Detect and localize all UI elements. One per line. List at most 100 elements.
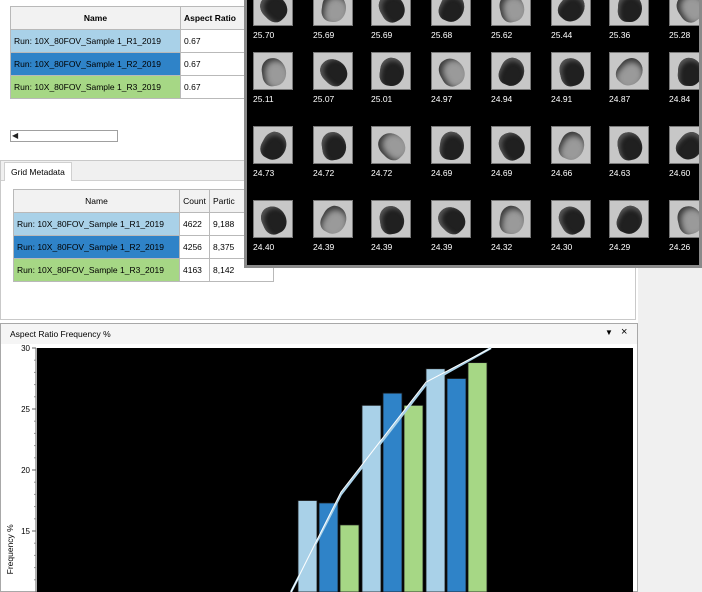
- particle-thumbnail[interactable]: [431, 0, 471, 26]
- particle-value-label: 24.87: [609, 94, 631, 104]
- particle-shape: [315, 53, 352, 89]
- table-row[interactable]: Run: 10X_80FOV_Sample 1_R1_2019 4622 9,1…: [13, 212, 274, 236]
- particle-thumbnail[interactable]: [551, 200, 591, 238]
- particle-thumbnail[interactable]: [669, 200, 699, 238]
- table-row[interactable]: Run: 10X_80FOV_Sample 1_R2_2019 0.67: [10, 52, 251, 76]
- row-value-cell[interactable]: 0.67: [180, 29, 251, 53]
- row-name-cell[interactable]: Run: 10X_80FOV_Sample 1_R1_2019: [10, 29, 181, 53]
- row-value-cell[interactable]: 0.67: [180, 52, 251, 76]
- particle-thumbnail[interactable]: [551, 52, 591, 90]
- particle-shape: [433, 201, 470, 237]
- scroll-left-arrow-icon[interactable]: ◀: [12, 131, 18, 141]
- particle-value-label: 25.69: [313, 30, 335, 40]
- particle-thumbnail[interactable]: [371, 52, 411, 90]
- particle-thumbnail[interactable]: [609, 0, 649, 26]
- row-name-cell[interactable]: Run: 10X_80FOV_Sample 1_R2_2019: [13, 235, 180, 259]
- particle-thumbnail[interactable]: [313, 52, 353, 90]
- particle-value-label: 24.39: [313, 242, 335, 252]
- particle-shape: [617, 0, 643, 23]
- particle-shape: [373, 127, 410, 163]
- column-header-name[interactable]: Name: [13, 189, 180, 213]
- particle-shape: [255, 0, 292, 25]
- particle-value-label: 24.72: [313, 168, 335, 178]
- table-row[interactable]: Run: 10X_80FOV_Sample 1_R1_2019 0.67: [10, 29, 251, 53]
- particle-thumbnail[interactable]: [431, 200, 471, 238]
- particle-shape: [434, 53, 470, 89]
- particle-thumbnail[interactable]: [669, 126, 699, 164]
- histogram-bar: [361, 404, 382, 592]
- particle-shape: [316, 201, 352, 237]
- particle-thumbnail[interactable]: [253, 52, 293, 90]
- particle-shape: [257, 202, 291, 237]
- row-name-cell[interactable]: Run: 10X_80FOV_Sample 1_R2_2019: [10, 52, 181, 76]
- column-header-aspect-ratio[interactable]: Aspect Ratio: [180, 6, 251, 30]
- particle-thumbnail[interactable]: [491, 0, 531, 26]
- particle-shape: [613, 202, 647, 237]
- row-count-cell[interactable]: 4622: [179, 212, 210, 236]
- particle-shape: [677, 57, 699, 87]
- pin-icon[interactable]: ▼: [605, 328, 613, 337]
- particle-thumbnail[interactable]: [371, 0, 411, 26]
- particle-thumbnail[interactable]: [371, 200, 411, 238]
- particle-value-label: 24.91: [551, 94, 573, 104]
- particle-thumbnail[interactable]: [313, 126, 353, 164]
- particle-thumbnail[interactable]: [431, 126, 471, 164]
- table-row[interactable]: Run: 10X_80FOV_Sample 1_R3_2019 0.67: [10, 75, 251, 99]
- tab-grid-metadata[interactable]: Grid Metadata: [4, 162, 72, 181]
- row-count-cell[interactable]: 4256: [179, 235, 210, 259]
- particle-shape: [438, 130, 466, 162]
- particle-value-label: 24.69: [491, 168, 513, 178]
- histogram-bar: [403, 404, 424, 592]
- particle-thumbnail[interactable]: [609, 200, 649, 238]
- aspect-ratio-chart-panel: Aspect Ratio Frequency % ▼ × 30 25 20 15 Fre…: [0, 323, 638, 592]
- particle-thumbnail[interactable]: [313, 200, 353, 238]
- particle-thumbnail[interactable]: [491, 126, 531, 164]
- particle-shape: [374, 0, 410, 25]
- particle-thumbnail[interactable]: [253, 126, 293, 164]
- particle-thumbnail[interactable]: [313, 0, 353, 26]
- row-count-cell[interactable]: 4163: [179, 258, 210, 282]
- histogram-bar: [339, 524, 360, 592]
- aspect-ratio-table: Name Aspect Ratio Run: 10X_80FOV_Sample …: [10, 6, 251, 99]
- close-icon[interactable]: ×: [621, 326, 627, 338]
- particle-thumbnail[interactable]: [609, 126, 649, 164]
- horizontal-scrollbar[interactable]: ◀: [10, 130, 118, 142]
- column-header-name[interactable]: Name: [10, 6, 181, 30]
- window-background: [638, 268, 702, 592]
- particle-value-label: 25.44: [551, 30, 573, 40]
- particle-thumbnail[interactable]: [491, 200, 531, 238]
- particle-value-label: 25.01: [371, 94, 393, 104]
- particle-thumbnail[interactable]: [669, 52, 699, 90]
- particle-thumbnail[interactable]: [551, 126, 591, 164]
- particle-shape: [256, 127, 292, 163]
- particle-thumbnail[interactable]: [669, 0, 699, 26]
- row-name-cell[interactable]: Run: 10X_80FOV_Sample 1_R3_2019: [13, 258, 180, 282]
- particle-thumbnail[interactable]: [253, 200, 293, 238]
- particle-thumbnail[interactable]: [609, 52, 649, 90]
- particle-thumbnail[interactable]: [491, 52, 531, 90]
- particle-thumbnail[interactable]: [253, 0, 293, 26]
- particle-thumbnail[interactable]: [551, 0, 591, 26]
- y-tick-label: 20: [21, 466, 30, 475]
- table-row[interactable]: Run: 10X_80FOV_Sample 1_R2_2019 4256 8,3…: [13, 235, 274, 259]
- row-name-cell[interactable]: Run: 10X_80FOV_Sample 1_R3_2019: [10, 75, 181, 99]
- particle-value-label: 24.29: [609, 242, 631, 252]
- particle-shape: [320, 0, 348, 24]
- particle-thumbnail[interactable]: [371, 126, 411, 164]
- histogram-bar: [425, 368, 446, 592]
- particle-shape: [497, 0, 527, 25]
- particle-value-label: 25.70: [253, 30, 275, 40]
- particle-shape: [555, 128, 589, 163]
- particle-shape: [611, 53, 648, 89]
- particle-thumbnail[interactable]: [431, 52, 471, 90]
- particle-value-label: 24.94: [491, 94, 513, 104]
- histogram-bar: [467, 362, 488, 592]
- row-value-cell[interactable]: 0.67: [180, 75, 251, 99]
- column-header-count[interactable]: Count: [179, 189, 210, 213]
- row-name-cell[interactable]: Run: 10X_80FOV_Sample 1_R1_2019: [13, 212, 180, 236]
- table-row[interactable]: Run: 10X_80FOV_Sample 1_R3_2019 4163 8,1…: [13, 258, 274, 282]
- chart-panel-title: Aspect Ratio Frequency %: [10, 329, 111, 339]
- particle-shape: [553, 0, 590, 25]
- y-tick-label: 30: [21, 344, 30, 353]
- particle-shape: [320, 130, 348, 162]
